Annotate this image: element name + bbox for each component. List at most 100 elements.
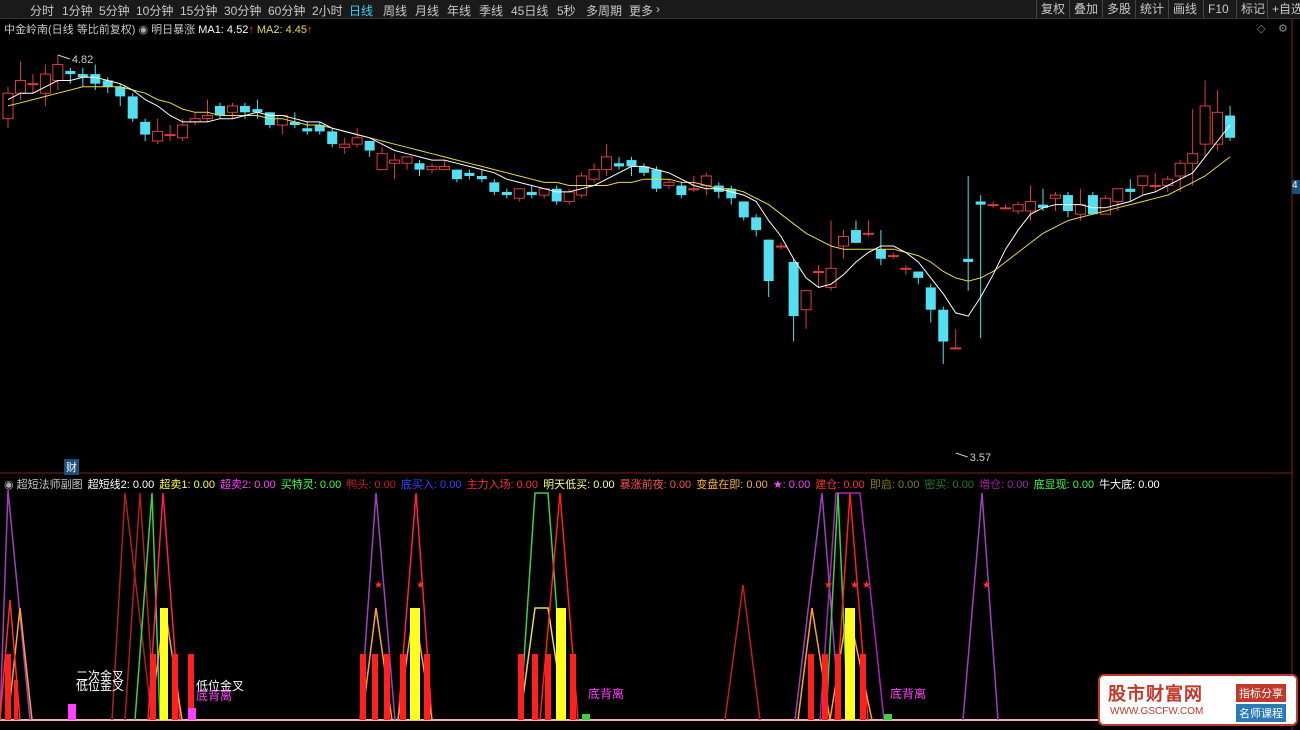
label-leader [955, 452, 968, 458]
toolbar-button[interactable]: 标记 [1236, 0, 1269, 18]
candle-body [975, 201, 986, 205]
candle-body [202, 114, 214, 120]
main-legend: 中金岭南(日线 等比前复权) ◉ 明日暴涨 MA1: 4.52↑ MA2: 4.… [4, 21, 313, 37]
indicator-field: 建仓: 0.00 [815, 479, 868, 491]
candle-body [676, 185, 687, 196]
period-tab[interactable]: 月线 [415, 2, 439, 19]
candle-body [1112, 188, 1124, 202]
candle-body [414, 163, 425, 170]
candle-body [1074, 204, 1086, 215]
toolbar-button[interactable]: 多股 [1102, 0, 1135, 18]
chart-grid [0, 18, 1293, 730]
candle-body [127, 96, 138, 119]
period-tab[interactable]: 分时 [30, 2, 54, 19]
candle-body [1225, 115, 1236, 138]
toolbar-button[interactable]: 统计 [1135, 0, 1168, 18]
candle-body [214, 105, 225, 116]
period-tab[interactable]: 15分钟 [180, 2, 217, 19]
indicator-field: 増仓: 0.00 [979, 479, 1032, 491]
candle-body [763, 239, 774, 282]
candle-body [1087, 195, 1098, 215]
candle-body [526, 191, 537, 196]
period-tab[interactable]: 日线 [349, 2, 373, 19]
candle-body [950, 347, 962, 350]
signal-spike [962, 492, 999, 721]
period-tab[interactable]: 更多 [629, 2, 653, 19]
period-tab[interactable]: 5秒 [557, 2, 576, 19]
signal-bar [518, 654, 524, 720]
finance-badge[interactable]: 财 [64, 459, 79, 475]
period-tab[interactable]: 30分钟 [224, 2, 261, 19]
period-tab[interactable]: 周线 [383, 2, 407, 19]
chart-canvas[interactable]: ★ ★ ★ ★ ★ ★二次金叉低位金叉 低位金叉底背离 底背离 底背离 4.823.57 [0, 0, 1300, 730]
signal-bar [68, 704, 76, 720]
security-title[interactable]: 中金岭南(日线 等比前复权) [4, 24, 135, 36]
candle-body [65, 70, 76, 75]
toolbar-button[interactable]: 复权 [1036, 0, 1069, 18]
label-leader [57, 54, 71, 60]
candle-body [164, 134, 176, 137]
signal-bar [556, 608, 566, 720]
indicator-field: 变盘在即: 0.00 [696, 479, 771, 491]
indicator-name[interactable]: 明日暴涨 [151, 24, 195, 36]
price-axis-tag: 4 [1292, 180, 1300, 194]
period-tab[interactable]: 2小时 [312, 2, 343, 19]
signal-bar [822, 654, 828, 720]
settings-icon[interactable]: ⚙ [1278, 22, 1288, 35]
indicator-field: 超短线2: 0.00 [87, 479, 158, 491]
period-tab[interactable]: 5分钟 [99, 2, 130, 19]
chevron-right-icon[interactable]: › [656, 2, 660, 16]
ma2-value: MA2: 4.45 [256, 24, 308, 36]
indicator-field: 即启: 0.00 [869, 479, 923, 491]
candle-body [614, 163, 625, 167]
toolbar-button[interactable]: 叠加 [1069, 0, 1102, 18]
annotation-label: 低位金叉 [76, 678, 124, 693]
candle-body [938, 309, 949, 342]
candle-body [850, 230, 861, 243]
period-toolbar: 分时 1分钟 5分钟 10分钟 15分钟 30分钟 60分钟 2小时 日线 周线 月线 年线 季线 45日… [0, 0, 1300, 19]
candle-body [626, 160, 637, 167]
period-tab[interactable]: 多周期 [586, 2, 622, 19]
candle-body [327, 131, 338, 145]
candle-body [152, 130, 164, 142]
candle-body [2, 92, 14, 120]
price-labels: 4.82 3.57 [57, 54, 991, 464]
star-marker: ★ [982, 580, 991, 591]
indicator-field: 超卖1: 0.00 [159, 479, 219, 491]
candle-body [588, 169, 600, 180]
indicator-circle-icon[interactable]: ◉ [138, 24, 148, 36]
toolbar-button[interactable]: F10 [1203, 0, 1233, 18]
signal-bar [545, 654, 551, 720]
signal-bar [188, 708, 196, 720]
signal-bar [570, 654, 576, 720]
indicator-field: ★: 0.00 [772, 479, 814, 491]
candle-body [1049, 194, 1061, 199]
signal-bar [532, 654, 538, 720]
signal-bar [884, 714, 892, 720]
candle-body [426, 165, 438, 171]
candle-body [700, 175, 712, 187]
candle-body [900, 267, 912, 270]
candle-body [813, 271, 825, 274]
moving-average-lines [7, 76, 1231, 317]
period-tab[interactable]: 年线 [447, 2, 471, 19]
candle-body [351, 137, 363, 145]
signal-bar [372, 654, 378, 720]
star-marker: ★ [824, 580, 833, 591]
period-tab[interactable]: 60分钟 [268, 2, 305, 19]
period-tab[interactable]: 季线 [479, 2, 503, 19]
candle-body [751, 217, 762, 231]
toolbar-button[interactable]: +自选 [1267, 0, 1300, 18]
low-price-label: 3.57 [970, 452, 991, 464]
sub-indicator-name[interactable]: 超短法师副图 [17, 479, 83, 491]
period-tab[interactable]: 45日线 [511, 2, 548, 19]
toolbar-button[interactable]: 画线 [1168, 0, 1201, 18]
indicator-circle-icon[interactable]: ◉ [4, 479, 17, 491]
candle-body [438, 165, 450, 171]
indicator-field: 超卖2: 0.00 [220, 479, 279, 491]
candle-body [800, 290, 812, 311]
diamond-icon[interactable]: ◇ [1257, 22, 1265, 35]
period-tab[interactable]: 1分钟 [62, 2, 93, 19]
period-tab[interactable]: 10分钟 [136, 2, 173, 19]
star-marker: ★ [416, 580, 425, 591]
